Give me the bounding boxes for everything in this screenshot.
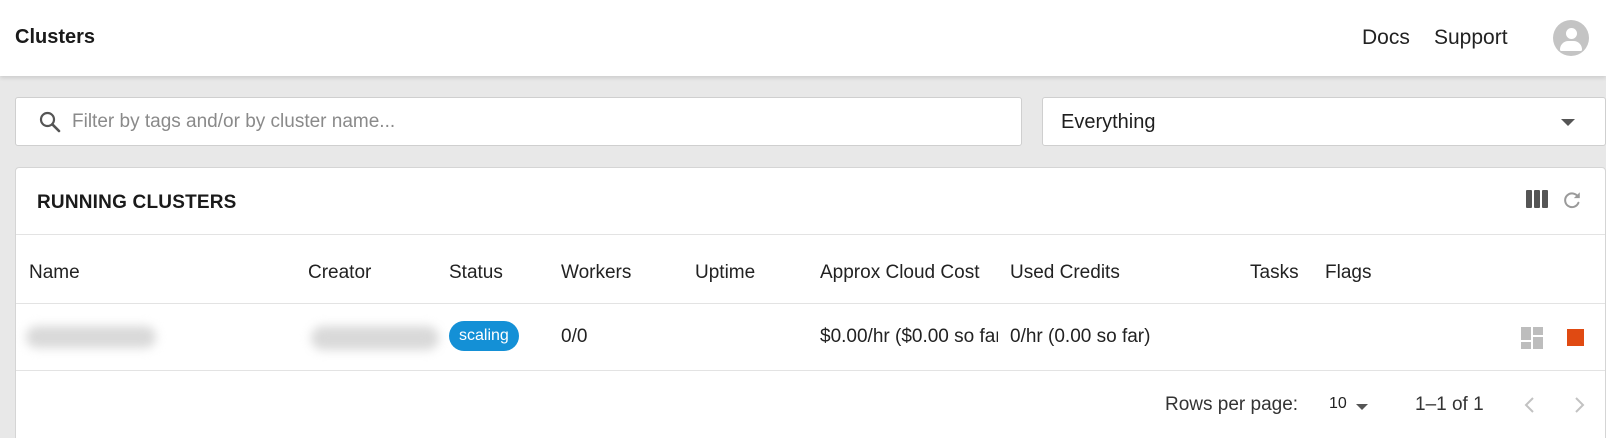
column-header-name[interactable]: Name [29, 262, 80, 284]
dropdown-arrow-icon [1561, 119, 1575, 126]
search-icon [39, 111, 61, 133]
running-clusters-panel: RUNNING CLUSTERS Name Creator Status Wor… [15, 167, 1606, 438]
column-header-uptime[interactable]: Uptime [695, 262, 755, 284]
workers-cell: 0/0 [561, 326, 588, 347]
rows-per-page-label: Rows per page: [1165, 394, 1299, 415]
support-link[interactable]: Support [1434, 26, 1508, 50]
divider [16, 370, 1605, 371]
top-app-bar: Clusters Docs Support [0, 0, 1606, 76]
used-credits-cell: 0/hr (0.00 so far) [1010, 326, 1151, 347]
divider [16, 234, 1605, 235]
status-badge: scaling [449, 321, 519, 351]
table-row[interactable]: scaling 0/0 $0.00/hr ($0.00 so far) 0/hr… [16, 304, 1605, 370]
page-title: Clusters [15, 26, 96, 48]
rows-per-page-select[interactable]: 10 [1329, 395, 1347, 413]
pagination-range: 1–1 of 1 [1415, 394, 1484, 415]
column-header-approx-cloud-cost[interactable]: Approx Cloud Cost [820, 262, 979, 284]
chevron-left-icon[interactable] [1518, 393, 1542, 417]
chevron-right-icon[interactable] [1567, 393, 1591, 417]
view-columns-icon[interactable] [1526, 190, 1548, 208]
creator-redacted [311, 326, 439, 350]
account-circle-icon[interactable] [1553, 20, 1589, 56]
approx-cloud-cost-cell: $0.00/hr ($0.00 so far) [820, 326, 998, 347]
refresh-icon[interactable] [1561, 189, 1583, 211]
column-header-flags[interactable]: Flags [1325, 262, 1371, 284]
panel-title: RUNNING CLUSTERS [37, 192, 237, 213]
cluster-filter-select[interactable]: Everything [1042, 97, 1606, 146]
column-header-used-credits[interactable]: Used Credits [1010, 262, 1120, 284]
column-header-workers[interactable]: Workers [561, 262, 631, 284]
dashboard-icon[interactable] [1520, 326, 1544, 350]
column-header-tasks[interactable]: Tasks [1250, 262, 1299, 284]
cluster-name-redacted[interactable] [26, 326, 156, 348]
docs-link[interactable]: Docs [1362, 26, 1410, 50]
select-value: Everything [1061, 111, 1156, 133]
dropdown-arrow-icon[interactable] [1356, 404, 1368, 410]
search-input[interactable] [72, 99, 1002, 144]
column-header-creator[interactable]: Creator [308, 262, 371, 284]
search-field[interactable] [15, 97, 1022, 146]
column-header-status[interactable]: Status [449, 262, 503, 284]
stop-icon[interactable] [1567, 329, 1584, 346]
